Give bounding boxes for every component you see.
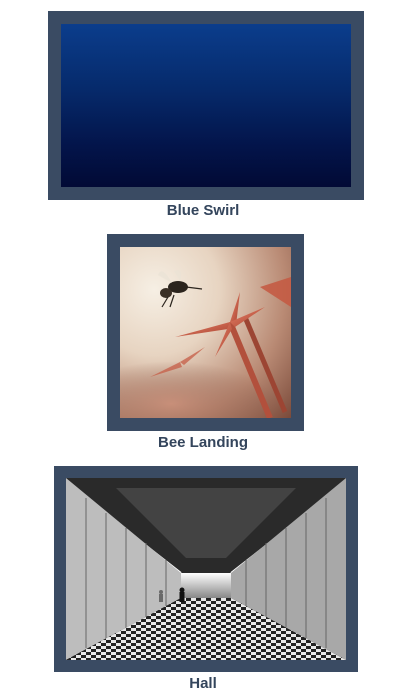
blue-swirl-frame[interactable] <box>48 11 364 200</box>
bee-landing-frame[interactable] <box>107 234 304 431</box>
blue-swirl-caption: Blue Swirl <box>166 202 240 219</box>
person-icon <box>179 587 185 602</box>
hall-frame[interactable] <box>54 466 358 672</box>
hall-illustration <box>66 478 346 660</box>
bee-flower-illustration <box>120 270 291 418</box>
blue-swirl-image[interactable] <box>61 24 351 187</box>
gallery: Blue Swirl Bee Landing Hall <box>0 0 406 700</box>
bee-landing-caption: Bee Landing <box>157 434 248 451</box>
hall-caption: Hall <box>189 675 217 692</box>
bee-icon <box>158 270 203 308</box>
hall-image[interactable] <box>66 478 346 660</box>
bee-landing-image[interactable] <box>120 247 291 418</box>
